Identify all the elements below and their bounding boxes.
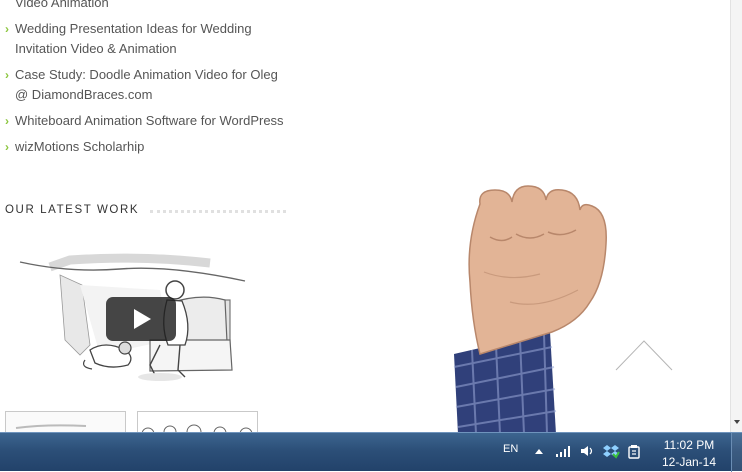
hand-image: [450, 182, 620, 432]
work-thumbnail-2[interactable]: [5, 411, 126, 432]
post-link-label: Case Study: Doodle Animation Video for O…: [15, 67, 278, 102]
raised-fist-illustration: [453, 185, 607, 432]
language-indicator[interactable]: EN: [503, 443, 518, 455]
signal-icon[interactable]: [555, 444, 571, 463]
post-link-2[interactable]: › Wedding Presentation Ideas for Wedding…: [5, 19, 290, 65]
chevron-up-icon: [615, 340, 673, 371]
post-link-label: wizMotions Scholarhip: [15, 139, 145, 154]
thumbnail-sketch: [141, 424, 253, 432]
post-link-label: Video Animation: [15, 0, 109, 10]
power-icon[interactable]: [627, 444, 641, 464]
post-link-label: Whiteboard Animation Software for WordPr…: [15, 113, 284, 128]
volume-icon[interactable]: [580, 444, 596, 463]
post-link-4[interactable]: › Whiteboard Animation Software for Word…: [5, 111, 290, 137]
web-page: › Video Animation › Wedding Presentation…: [0, 0, 730, 432]
section-divider: [150, 210, 286, 213]
chevron-right-icon: ›: [5, 114, 9, 128]
post-link-1[interactable]: › Video Animation: [5, 0, 290, 19]
scroll-to-top-button[interactable]: [614, 338, 674, 372]
work-thumbnail-3[interactable]: [137, 411, 258, 432]
clock-time[interactable]: 11:02 PM: [656, 438, 722, 452]
chevron-right-icon: ›: [5, 68, 9, 82]
vertical-scrollbar[interactable]: [730, 0, 742, 432]
latest-work-heading: OUR LATEST WORK: [5, 204, 140, 216]
play-button[interactable]: [106, 297, 176, 341]
post-link-label: Wedding Presentation Ideas for Wedding I…: [15, 21, 252, 56]
chevron-right-icon: ›: [5, 140, 9, 154]
show-hidden-icons-icon[interactable]: [535, 449, 543, 454]
post-link-3[interactable]: › Case Study: Doodle Animation Video for…: [5, 65, 290, 111]
scroll-down-arrow-icon[interactable]: [734, 420, 740, 424]
recent-posts-list: › Video Animation › Wedding Presentation…: [5, 0, 290, 157]
post-link-5[interactable]: › wizMotions Scholarhip: [5, 137, 290, 157]
clock-date[interactable]: 12-Jan-14: [656, 455, 722, 469]
dropbox-icon[interactable]: [603, 444, 620, 464]
windows-taskbar: EN 11:02 PM 12-Jan-14: [0, 432, 742, 472]
play-icon: [134, 309, 151, 329]
thumbnail-sketch: [15, 424, 87, 429]
chevron-right-icon: ›: [5, 22, 9, 36]
show-desktop-button[interactable]: [731, 433, 742, 472]
